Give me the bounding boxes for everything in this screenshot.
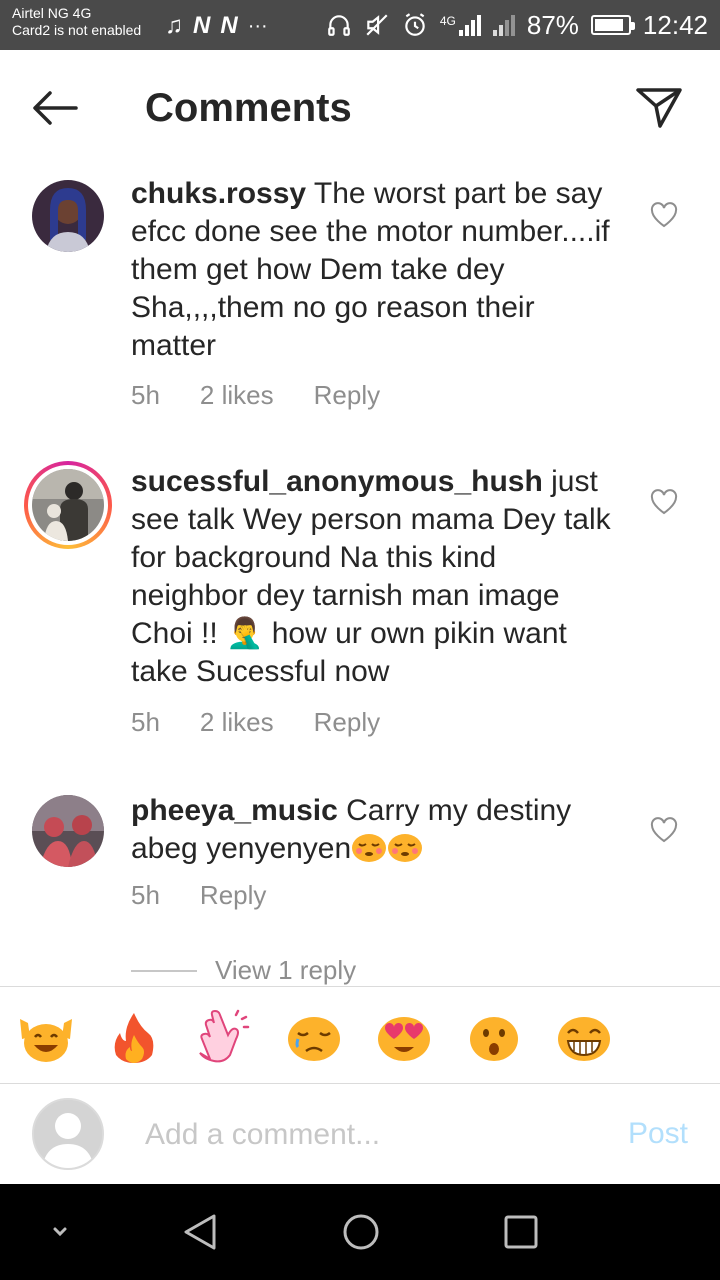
user-avatar: [32, 1098, 104, 1170]
notification-n-icon: N: [193, 12, 211, 39]
avatar[interactable]: [32, 795, 104, 867]
share-button[interactable]: [634, 82, 684, 132]
music-note-icon: ♫: [165, 12, 183, 39]
clapping-hands-emoji[interactable]: [196, 1009, 252, 1065]
status-bar: Airtel NG 4G Card2 is not enabled ♫ N N …: [0, 0, 720, 50]
arrow-left-icon: [33, 91, 78, 125]
home-circle-icon[interactable]: [339, 1210, 383, 1254]
avatar-story-ring[interactable]: [24, 461, 112, 549]
header: Comments: [0, 50, 720, 168]
chevron-down-icon[interactable]: [38, 1210, 82, 1254]
comment-username[interactable]: sucessful_anonymous_hush: [131, 465, 543, 498]
comment-item: pheeya_music Carry my destiny abeg yenye…: [0, 792, 720, 935]
recents-square-icon[interactable]: [499, 1210, 543, 1254]
comment-text: sucessful_anonymous_hush just see talk W…: [131, 463, 621, 691]
post-button[interactable]: Post: [628, 1117, 688, 1151]
heart-icon[interactable]: [650, 817, 678, 843]
heart-eyes-emoji[interactable]: [376, 1009, 432, 1065]
fire-emoji[interactable]: [106, 1009, 162, 1065]
crying-face-emoji: [388, 834, 423, 862]
comment-likes[interactable]: 2 likes: [200, 707, 274, 738]
comment-time: 5h: [131, 380, 160, 410]
comment-composer: Post: [0, 1085, 720, 1184]
paper-plane-icon: [636, 88, 682, 128]
comment-likes[interactable]: 2 likes: [200, 380, 274, 411]
avatar[interactable]: [32, 180, 104, 252]
divider: [131, 969, 197, 972]
default-avatar-icon: [34, 1100, 102, 1168]
comment-username[interactable]: chuks.rossy: [131, 177, 306, 210]
notification-icons: ♫ N N ···: [165, 9, 268, 43]
headphones-icon: [328, 15, 350, 36]
heart-icon[interactable]: [650, 202, 678, 228]
comment-username[interactable]: pheeya_music: [131, 794, 338, 827]
comment-text: pheeya_music Carry my destiny abeg yenye…: [131, 792, 621, 868]
comment-time: 5h: [131, 880, 160, 910]
mute-icon: [366, 14, 388, 36]
view-replies-button[interactable]: View 1 reply: [131, 955, 356, 986]
comment-input[interactable]: [145, 1113, 585, 1157]
system-icons: 4G 87% 12:42: [326, 8, 708, 42]
signal-2-icon: [492, 14, 515, 36]
carrier-name: Airtel NG 4G: [12, 5, 92, 21]
laughing-face-emoji[interactable]: [556, 1009, 612, 1065]
comment-body: just see talk Wey person mama Dey talk f…: [131, 465, 611, 688]
comment-item: sucessful_anonymous_hush just see talk W…: [0, 461, 720, 745]
battery-icon: [590, 15, 635, 35]
surprised-face-emoji[interactable]: [466, 1009, 522, 1065]
navigation-bar: [0, 1184, 720, 1280]
crying-face-emoji[interactable]: [286, 1009, 342, 1065]
comment-meta: 5h Reply: [131, 880, 266, 911]
comment-time: 5h: [131, 707, 160, 737]
page-title: Comments: [145, 86, 352, 130]
reply-button[interactable]: Reply: [314, 707, 380, 738]
back-triangle-icon[interactable]: [178, 1210, 222, 1254]
overflow-dots: ···: [247, 14, 268, 37]
battery-percent: 87%: [526, 9, 579, 40]
comment-text: chuks.rossy The worst part be say efcc d…: [131, 175, 621, 365]
clock: 12:42: [642, 9, 708, 40]
sim-status: Card2 is not enabled: [12, 22, 142, 38]
reply-button[interactable]: Reply: [314, 380, 380, 411]
signal-icon: [458, 14, 481, 36]
alarm-icon: [405, 13, 425, 36]
comment-meta: 5h 2 likes Reply: [131, 380, 380, 411]
view-replies-label: View 1 reply: [215, 955, 357, 985]
avatar: [32, 469, 104, 541]
comment-meta: 5h 2 likes Reply: [131, 707, 380, 738]
carrier-info: Airtel NG 4G Card2 is not enabled: [12, 5, 141, 39]
network-type: 4G: [439, 14, 456, 28]
notification-n-icon: N: [220, 12, 238, 39]
back-button[interactable]: [28, 80, 84, 136]
reply-button[interactable]: Reply: [200, 880, 266, 911]
raising-hands-emoji[interactable]: [18, 1009, 74, 1065]
emoji-quick-bar: [0, 986, 720, 1084]
crying-face-emoji: [352, 834, 387, 862]
heart-icon[interactable]: [650, 489, 678, 515]
comment-item: chuks.rossy The worst part be say efcc d…: [0, 177, 720, 430]
